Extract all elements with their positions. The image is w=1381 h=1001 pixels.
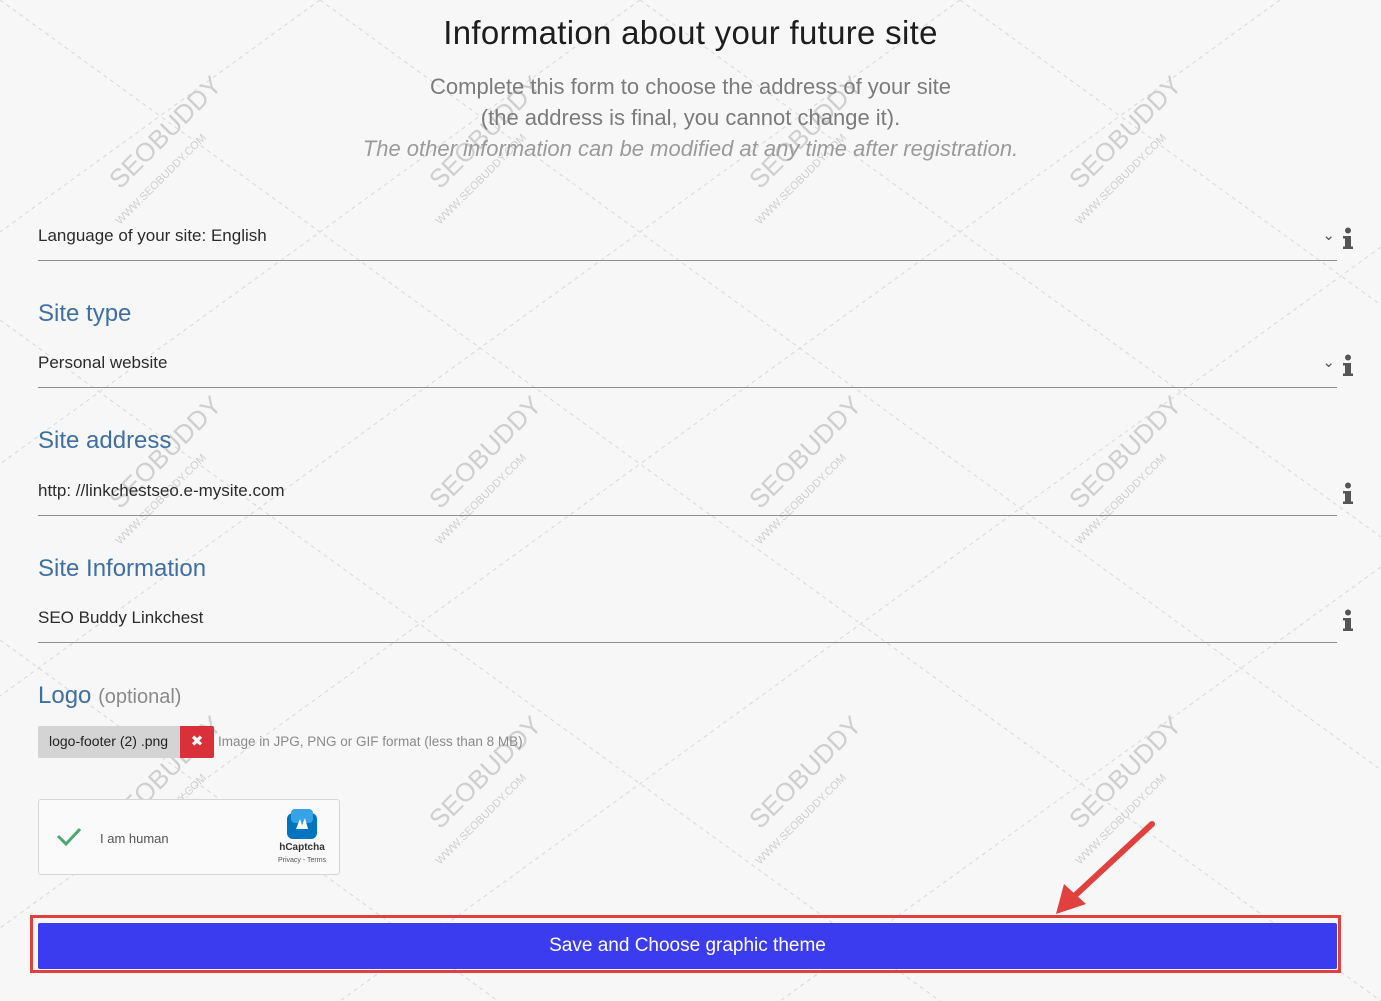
site-type-label: Site type bbox=[38, 300, 132, 327]
site-information-value: SEO Buddy Linkchest bbox=[38, 608, 204, 627]
logo-label: Logo (optional) bbox=[38, 682, 181, 710]
site-address-label: Site address bbox=[38, 427, 172, 454]
info-icon[interactable] bbox=[1342, 609, 1354, 633]
hcaptcha-widget[interactable]: I am human hCaptcha Privacy - Terms bbox=[38, 799, 340, 875]
watermark-url: WWW.SEOBUDDY.COM bbox=[754, 772, 849, 867]
logo-file-name: logo-footer (2) .png bbox=[49, 733, 169, 749]
captcha-links[interactable]: Privacy - Terms bbox=[265, 857, 339, 864]
watermark-brand: SEOBUDDY bbox=[743, 710, 867, 834]
annotation-arrow-icon bbox=[1056, 821, 1155, 914]
captcha-label: I am human bbox=[100, 831, 169, 846]
page-subtitle-line-3: The other information can be modified at… bbox=[362, 136, 1019, 161]
language-select[interactable]: Language of your site: English ⌄ bbox=[38, 220, 1337, 261]
page-subtitle-line-2: (the address is final, you cannot change… bbox=[480, 105, 901, 130]
site-information-label: Site Information bbox=[38, 555, 207, 582]
watermark-brand: SEOBUDDY bbox=[1063, 710, 1187, 834]
hcaptcha-logo-icon bbox=[287, 809, 317, 839]
site-address-value: http: //linkchestseo.e-mysite.com bbox=[38, 481, 285, 500]
save-and-choose-theme-button[interactable]: Save and Choose graphic theme bbox=[38, 923, 1337, 969]
logo-optional-text: (optional) bbox=[98, 686, 182, 708]
site-type-select-value: Personal website bbox=[38, 353, 168, 372]
remove-logo-button[interactable]: ✖ bbox=[180, 726, 214, 758]
site-information-input[interactable]: SEO Buddy Linkchest bbox=[38, 602, 1337, 643]
info-icon[interactable] bbox=[1342, 354, 1354, 378]
chevron-down-icon: ⌄ bbox=[1322, 227, 1335, 244]
site-type-select[interactable]: Personal website ⌄ bbox=[38, 347, 1337, 388]
chevron-down-icon: ⌄ bbox=[1322, 354, 1335, 371]
logo-format-hint: Image in JPG, PNG or GIF format (less th… bbox=[218, 734, 523, 749]
logo-label-text: Logo bbox=[38, 682, 92, 709]
page-title: Information about your future site bbox=[443, 14, 938, 51]
captcha-brand: hCaptcha bbox=[279, 842, 325, 853]
watermark-brand: SEOBUDDY bbox=[423, 710, 547, 834]
check-icon bbox=[56, 827, 82, 847]
language-select-value: Language of your site: English bbox=[38, 226, 267, 245]
close-icon: ✖ bbox=[190, 733, 204, 750]
watermark-url: WWW.SEOBUDDY.COM bbox=[434, 772, 529, 867]
logo-file-chip[interactable]: logo-footer (2) .png bbox=[38, 726, 180, 758]
info-icon[interactable] bbox=[1342, 482, 1354, 506]
site-address-input[interactable]: http: //linkchestseo.e-mysite.com bbox=[38, 475, 1337, 516]
page-subtitle-line-1: Complete this form to choose the address… bbox=[430, 74, 951, 99]
info-icon[interactable] bbox=[1342, 227, 1354, 251]
